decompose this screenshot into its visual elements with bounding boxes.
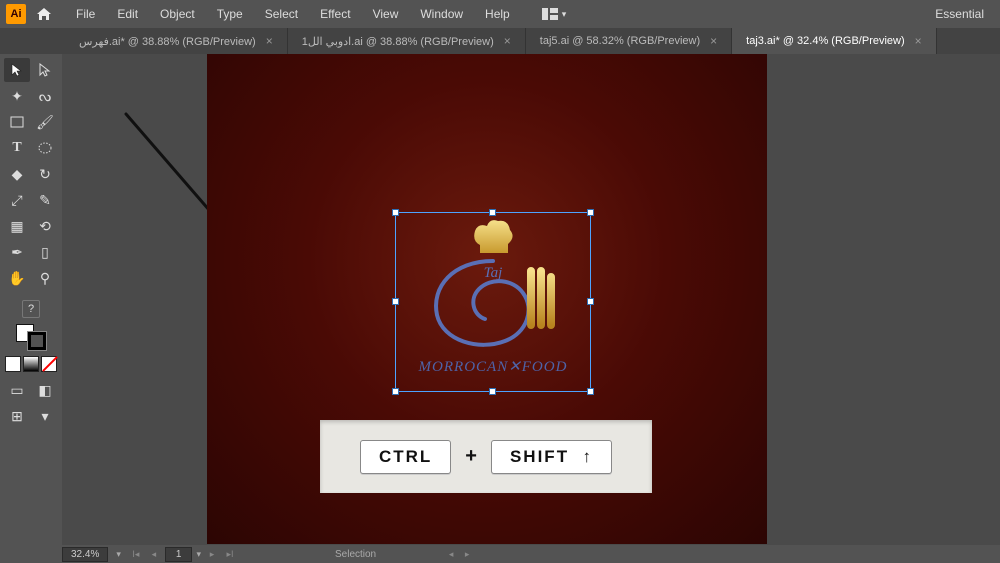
fill-stroke-control[interactable]	[16, 324, 46, 350]
hand-tool[interactable]: ✋	[4, 266, 30, 290]
direct-selection-tool[interactable]	[32, 58, 58, 82]
type-tool[interactable]: T	[4, 136, 30, 160]
gradient-tool[interactable]: ▦	[4, 214, 30, 238]
artboard[interactable]: Taj MORROCAN✕FOOD CTRL + SHIFT ↑	[207, 54, 767, 544]
right-panel-dock[interactable]	[912, 54, 1000, 545]
draw-mode-icon[interactable]: ⊞	[4, 404, 30, 428]
document-tab[interactable]: ادوبي الل1.ai @ 38.88% (RGB/Preview) ×	[288, 28, 526, 54]
menu-file[interactable]: File	[66, 3, 105, 25]
unknown-tool[interactable]: ?	[22, 300, 40, 318]
artboard-navigation: I◂ ◂ 1 ▾ ▸ ▸I	[129, 547, 237, 562]
menu-edit[interactable]: Edit	[107, 3, 148, 25]
document-tabbar: فهرس.ai* @ 38.88% (RGB/Preview) × ادوبي …	[0, 28, 1000, 54]
chef-hat-icon	[470, 217, 516, 257]
color-mode-gradient[interactable]	[23, 356, 39, 372]
menu-object[interactable]: Object	[150, 3, 205, 25]
next-artboard-button[interactable]: ▸	[205, 548, 219, 560]
resize-handle[interactable]	[489, 209, 496, 216]
first-artboard-button[interactable]: I◂	[129, 548, 143, 560]
blend-tool[interactable]: ⟲	[32, 214, 58, 238]
key-ctrl: CTRL	[360, 440, 451, 474]
workspace-switcher[interactable]: Essential	[925, 3, 994, 25]
key-shift-label: SHIFT	[510, 447, 569, 466]
ellipse-tool[interactable]	[32, 136, 58, 160]
menu-view[interactable]: View	[363, 3, 409, 25]
last-artboard-button[interactable]: ▸I	[223, 548, 237, 560]
logo-artwork: Taj MORROCAN✕FOOD	[404, 221, 582, 383]
logo-text-subline: MORROCAN✕FOOD	[419, 357, 568, 376]
zoom-tool[interactable]: ⚲	[32, 266, 58, 290]
tab-close-icon[interactable]: ×	[504, 34, 511, 48]
tab-label: taj5.ai @ 58.32% (RGB/Preview)	[540, 35, 700, 47]
scale-tool[interactable]: ⤢	[4, 188, 30, 212]
tools-panel: ✦ ᔓ 🖌 T ◆ ↻ ⤢ ✎ ▦ ⟲ ✒ ▯ ✋ ⚲	[0, 54, 62, 545]
statusbar: 32.4% ▾ I◂ ◂ 1 ▾ ▸ ▸I Selection ◂ ▸	[0, 545, 1000, 563]
resize-handle[interactable]	[587, 209, 594, 216]
menu-effect[interactable]: Effect	[310, 3, 360, 25]
menu-select[interactable]: Select	[255, 3, 308, 25]
arrange-documents-button[interactable]: ▾	[534, 4, 575, 24]
tab-label: ادوبي الل1.ai @ 38.88% (RGB/Preview)	[302, 35, 494, 48]
home-button[interactable]	[34, 4, 54, 24]
scroll-right-button[interactable]: ▸	[460, 548, 474, 560]
eraser-tool[interactable]: ◆	[4, 162, 30, 186]
menu-type[interactable]: Type	[207, 3, 253, 25]
chevron-down-icon: ▾	[562, 9, 567, 20]
rotate-tool[interactable]: ↻	[32, 162, 58, 186]
canvas-area[interactable]: Taj MORROCAN✕FOOD CTRL + SHIFT ↑	[62, 54, 912, 545]
key-shift: SHIFT ↑	[491, 440, 612, 474]
magic-wand-tool[interactable]: ✦	[4, 84, 30, 108]
tab-close-icon[interactable]: ×	[266, 34, 273, 48]
document-tab[interactable]: taj5.ai @ 58.32% (RGB/Preview) ×	[526, 28, 732, 54]
shortcut-overlay: CTRL + SHIFT ↑	[320, 420, 652, 493]
pen-tool[interactable]: ✒	[4, 240, 30, 264]
screen-mode-normal[interactable]: ▭	[4, 378, 30, 402]
rectangle-tool[interactable]	[4, 110, 30, 134]
color-mode-none[interactable]	[41, 356, 57, 372]
column-graph-tool[interactable]: ▯	[32, 240, 58, 264]
tab-close-icon[interactable]: ×	[710, 34, 717, 48]
paintbrush-tool[interactable]: 🖌	[32, 110, 58, 134]
eyedropper-tool[interactable]: ✎	[32, 188, 58, 212]
resize-handle[interactable]	[489, 388, 496, 395]
resize-handle[interactable]	[392, 388, 399, 395]
logo-text-name: Taj	[484, 265, 503, 282]
zoom-level-field[interactable]: 32.4%	[62, 547, 108, 562]
tab-label: فهرس.ai* @ 38.88% (RGB/Preview)	[79, 35, 256, 48]
prev-artboard-button[interactable]: ◂	[147, 548, 161, 560]
color-mode-fill[interactable]	[5, 356, 21, 372]
scroll-left-button[interactable]: ◂	[444, 548, 458, 560]
menubar: Ai File Edit Object Type Select Effect V…	[0, 0, 1000, 28]
resize-handle[interactable]	[587, 388, 594, 395]
resize-handle[interactable]	[392, 298, 399, 305]
workarea: ✦ ᔓ 🖌 T ◆ ↻ ⤢ ✎ ▦ ⟲ ✒ ▯ ✋ ⚲	[0, 54, 1000, 545]
selection-tool[interactable]	[4, 58, 30, 82]
resize-handle[interactable]	[392, 209, 399, 216]
chevron-down-icon[interactable]: ▾	[116, 549, 121, 560]
document-tab-active[interactable]: taj3.ai* @ 32.4% (RGB/Preview) ×	[732, 28, 937, 54]
chevron-down-icon[interactable]: ▾	[196, 549, 201, 560]
plus-icon: +	[465, 445, 477, 468]
current-tool-label: Selection	[335, 549, 376, 560]
tab-close-icon[interactable]: ×	[915, 34, 922, 48]
selection-bounding-box[interactable]: Taj MORROCAN✕FOOD	[395, 212, 591, 392]
tab-label: taj3.ai* @ 32.4% (RGB/Preview)	[746, 35, 905, 47]
document-tab[interactable]: فهرس.ai* @ 38.88% (RGB/Preview) ×	[65, 28, 288, 54]
lasso-tool[interactable]: ᔓ	[32, 84, 58, 108]
change-screen-mode[interactable]: ▾	[32, 404, 58, 428]
artboard-number-field[interactable]: 1	[165, 547, 193, 562]
arrow-up-icon: ↑	[583, 447, 594, 466]
app-logo-icon: Ai	[6, 4, 26, 24]
menu-help[interactable]: Help	[475, 3, 520, 25]
resize-handle[interactable]	[587, 298, 594, 305]
menu-window[interactable]: Window	[410, 3, 473, 25]
screen-mode-full[interactable]: ◧	[32, 378, 58, 402]
